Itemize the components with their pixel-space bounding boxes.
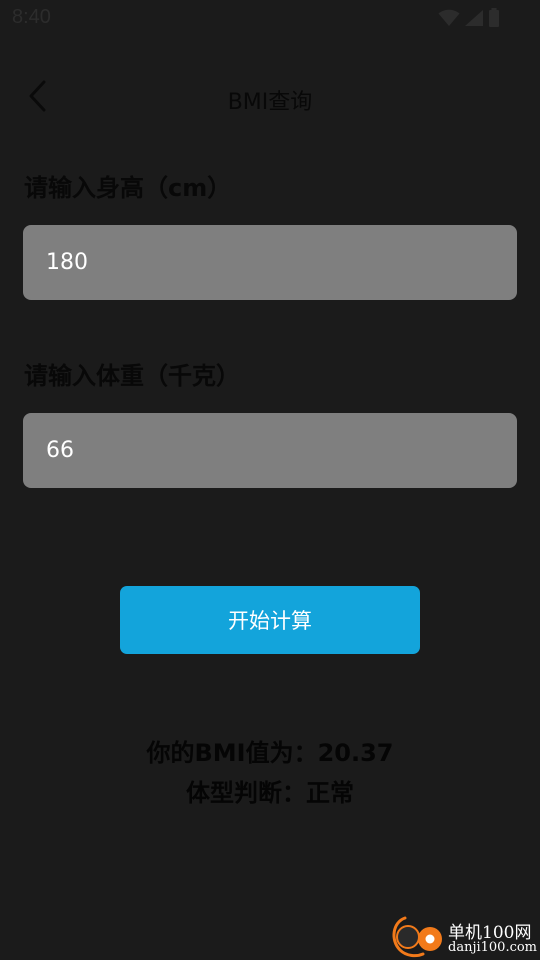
weight-input[interactable] [23,413,517,488]
height-label: 请输入身高（cm） [24,174,232,202]
toolbar: BMI查询 [0,64,540,132]
height-input[interactable] [23,225,517,300]
calculate-button[interactable]: 开始计算 [120,586,420,654]
weight-label: 请输入体重（千克） [24,362,240,390]
watermark-domain: danji100.com [448,940,538,955]
status-time: 8:40 [12,6,51,28]
page-title: BMI查询 [227,90,313,115]
cellular-signal-icon [464,9,484,27]
battery-icon [488,8,500,28]
wifi-icon [438,9,460,27]
status-bar: 8:40 [0,0,540,36]
body-type-result: 体型判断：正常 [186,779,354,807]
bmi-screen: 8:40 BMI查询 请输入身高（cm） 180 请输入体重（千克） 66 开始… [0,0,540,960]
watermark: 单机100网 danji100.com [386,914,538,960]
bmi-result: 你的BMI值为：20.37 [146,739,394,767]
status-icons [438,8,500,28]
